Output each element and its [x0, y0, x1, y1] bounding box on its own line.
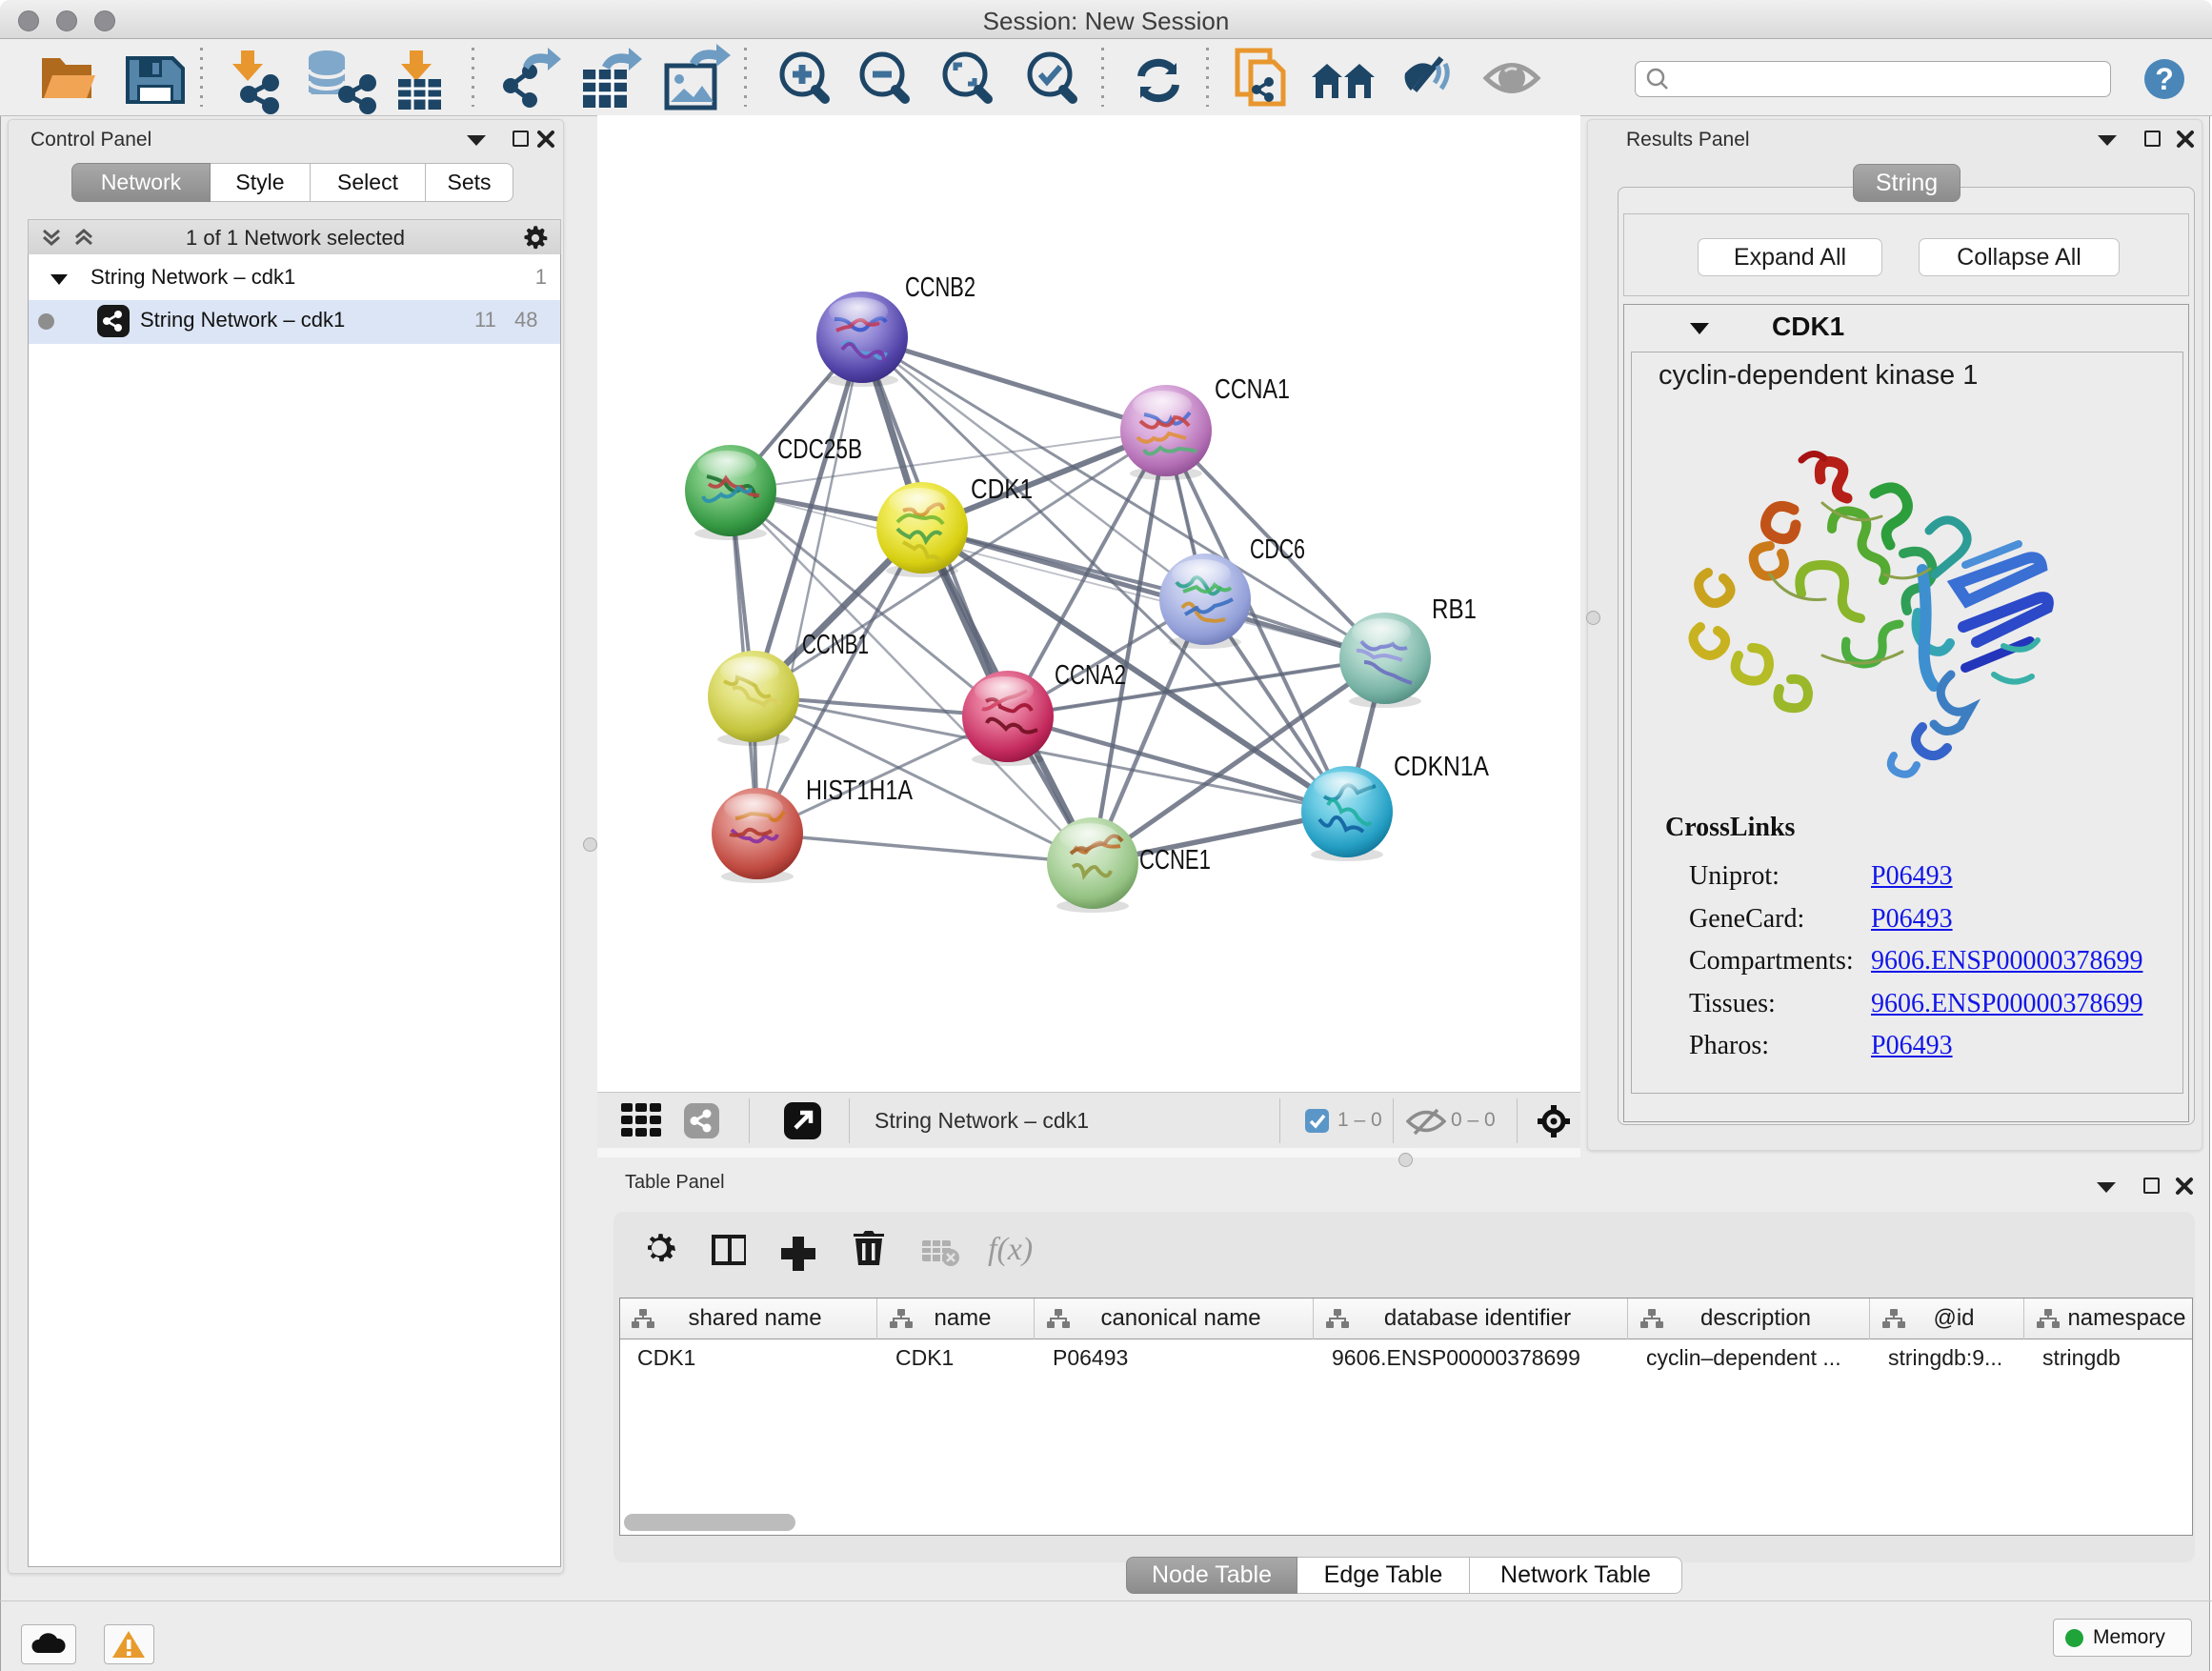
svg-text:CDK1: CDK1: [971, 474, 1033, 505]
svg-text:CDKN1A: CDKN1A: [1394, 752, 1490, 782]
svg-text:HIST1H1A: HIST1H1A: [806, 775, 914, 806]
svg-text:?: ?: [2155, 62, 2174, 96]
svg-text:CDC25B: CDC25B: [777, 434, 862, 465]
svg-text:CCNB2: CCNB2: [905, 272, 975, 303]
svg-text:f(x): f(x): [988, 1232, 1033, 1267]
svg-text:RB1: RB1: [1432, 594, 1477, 625]
svg-text:CCNB1: CCNB1: [802, 630, 869, 660]
svg-text:CCNA1: CCNA1: [1215, 374, 1290, 405]
svg-text:CCNA2: CCNA2: [1055, 660, 1126, 691]
svg-text:CCNE1: CCNE1: [1139, 845, 1211, 876]
svg-text:CDC6: CDC6: [1250, 534, 1305, 565]
